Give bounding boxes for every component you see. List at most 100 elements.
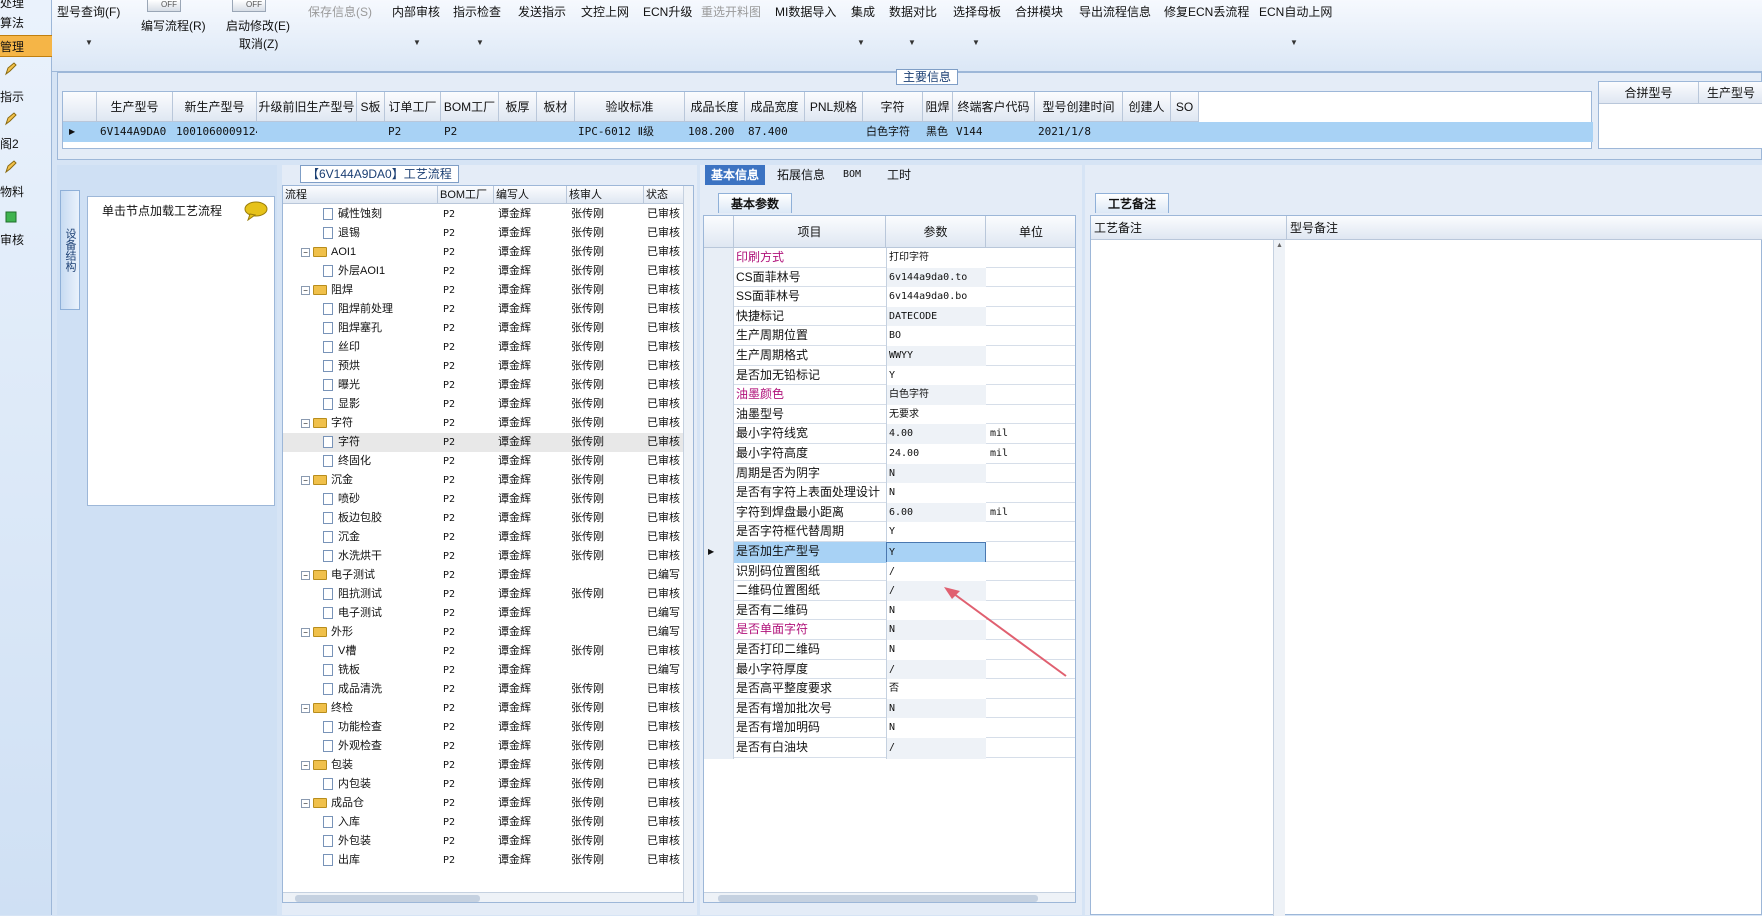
main-col-header[interactable]: 成品长度 [685,92,745,122]
main-col-header[interactable]: 字符 [863,92,923,122]
param-row[interactable]: CS面菲林号 6v144a9da0.to [704,267,1075,289]
merge-module-button[interactable]: 合拼模块 [1015,4,1063,20]
scroll-up-icon[interactable]: ▲ [1276,242,1283,249]
mi-import-button[interactable]: MI数据导入 [775,4,836,20]
tree-row[interactable]: 入库 P2 谭金辉 张传刚 已审核 [283,813,693,832]
param-row[interactable]: 是否有增加明码 N [704,718,1075,740]
chevron-down-icon[interactable]: ▼ [972,38,980,47]
main-col-header[interactable]: 成品宽度 [745,92,805,122]
subtab-process-notes[interactable]: 工艺备注 [1095,193,1170,213]
send-instruction-button[interactable]: 发送指示 [518,4,566,20]
scroll-thumb[interactable] [718,895,1038,902]
param-row[interactable]: 生产周期位置 BO [704,326,1075,348]
col-header-bom-factory[interactable]: BOM工厂 [438,186,494,204]
param-row[interactable]: 油墨颜色 白色字符 [704,385,1075,407]
tree-row[interactable]: − AOI1 P2 谭金辉 张传刚 已审核 [283,243,693,262]
collapse-icon[interactable]: − [301,418,310,428]
main-col-header[interactable]: SO [1171,92,1199,122]
nav-item-2[interactable]: 阁2 [0,133,52,155]
ecn-auto-online-button[interactable]: ECN自动上网 [1259,4,1332,20]
scroll-thumb[interactable] [295,895,480,902]
col-header-unit[interactable]: 单位 [986,216,1075,248]
collapse-icon[interactable]: − [301,798,310,808]
chevron-down-icon[interactable]: ▼ [85,38,93,47]
param-row[interactable]: 是否加无铅标记 Y [704,365,1075,387]
tab-basic-info[interactable]: 基本信息 [705,165,766,185]
param-value-field[interactable]: 打印字符 [886,248,986,269]
tree-row[interactable]: 终固化 P2 谭金辉 张传刚 已审核 [283,452,693,471]
collapse-icon[interactable]: − [301,760,310,770]
main-col-header[interactable]: 订单工厂 [385,92,441,122]
main-col-header[interactable]: 终端客户代码 [953,92,1035,122]
tree-row[interactable]: − 电子测试 P2 谭金辉 已编写 [283,566,693,585]
param-value-field[interactable]: 否 [886,679,986,701]
nav-item-algorithm[interactable]: 算法 [0,12,52,34]
param-row[interactable]: 字符到焊盘最小距离 6.00 mil [704,502,1075,524]
param-row[interactable]: 快捷标记 DATECODE [704,306,1075,328]
param-value-field[interactable]: Y [886,542,986,563]
col-header-flow[interactable]: 流程 [283,186,438,204]
param-row[interactable]: 是否有增加批次号 N [704,698,1075,720]
param-row[interactable]: ▶ 是否加生产型号 Y [704,542,1075,563]
param-row[interactable]: 生产周期格式 WWYY [704,346,1075,367]
tree-row[interactable]: 显影 P2 谭金辉 张传刚 已审核 [283,395,693,414]
collapse-icon[interactable]: − [301,703,310,713]
tree-row[interactable]: 曝光 P2 谭金辉 张传刚 已审核 [283,376,693,395]
param-row[interactable]: 最小字符高度 24.00 mil [704,444,1075,465]
main-col-header[interactable]: 创建人 [1123,92,1171,122]
main-col-header[interactable]: S板 [357,92,385,122]
collapse-icon[interactable]: − [301,570,310,580]
tree-row[interactable]: − 终检 P2 谭金辉 张传刚 已审核 [283,699,693,718]
main-col-header[interactable]: 新生产型号 [173,92,257,122]
tree-row[interactable]: − 阻焊 P2 谭金辉 张传刚 已审核 [283,281,693,300]
nav-item-review[interactable]: 审核 [0,229,52,251]
save-info-button[interactable]: 保存信息(S) [308,4,372,20]
tree-row[interactable]: 碱性蚀刻 P2 谭金辉 张传刚 已审核 [283,205,693,224]
nav-item-instruction[interactable]: 指示 [0,86,52,108]
main-col-header[interactable]: 生产型号 [97,92,173,122]
main-col-header[interactable]: 验收标准 [575,92,685,122]
collapse-icon[interactable]: − [301,475,310,485]
param-value-field[interactable]: Y [886,522,986,544]
tree-row[interactable]: 预烘 P2 谭金辉 张传刚 已审核 [283,357,693,376]
tree-row[interactable]: 板边包胶 P2 谭金辉 张传刚 已审核 [283,509,693,528]
write-flow-button[interactable]: 编写流程(R) [141,18,206,34]
tree-row[interactable]: 阻焊前处理 P2 谭金辉 张传刚 已审核 [283,300,693,319]
vertical-tab-equipment[interactable]: 设备结构 [60,190,80,310]
main-col-header[interactable]: 阻焊 [923,92,953,122]
integration-button[interactable]: 集成 [851,4,875,20]
param-value-field[interactable]: N [886,483,986,505]
tree-row[interactable]: 电子测试 P2 谭金辉 已编写 [283,604,693,623]
chevron-down-icon[interactable]: ▼ [413,38,421,47]
tab-bom[interactable]: BOM [837,165,867,185]
param-row[interactable]: 是否字符框代替周期 Y [704,522,1075,544]
tree-row[interactable]: 喷砂 P2 谭金辉 张传刚 已审核 [283,490,693,509]
main-col-header[interactable]: 板厚 [499,92,537,122]
param-value-field[interactable]: N [886,698,986,720]
main-col-header[interactable]: BOM工厂 [441,92,499,122]
tree-row[interactable]: 功能检查 P2 谭金辉 张传刚 已审核 [283,718,693,737]
param-row[interactable]: 是否高平整度要求 否 [704,679,1075,701]
internal-review-button[interactable]: 内部审核 [392,4,440,20]
param-value-field[interactable]: DATECODE [886,306,986,328]
toggle-switch[interactable]: OFF [147,0,181,12]
tree-row[interactable]: 外层AOI1 P2 谭金辉 张传刚 已审核 [283,262,693,281]
param-value-field[interactable]: 6v144a9da0.to [886,267,986,289]
instruction-check-button[interactable]: 指示检查 [453,4,501,20]
param-value-field[interactable]: BO [886,326,986,348]
param-value-field[interactable]: 6v144a9da0.bo [886,287,986,309]
collapse-icon[interactable]: − [301,627,310,637]
param-row[interactable]: 是否有白油块 / [704,738,1075,759]
param-value-field[interactable]: N [886,718,986,740]
col-header-param[interactable]: 参数 [886,216,986,248]
doc-online-button[interactable]: 文控上网 [581,4,629,20]
tab-extended-info[interactable]: 拓展信息 [771,165,831,185]
chevron-down-icon[interactable]: ▼ [1290,38,1298,47]
reselect-cutting-button[interactable]: 重选开料图 [701,4,761,20]
param-value-field[interactable]: Y [886,365,986,387]
param-value-field[interactable]: 无要求 [886,404,986,426]
export-flow-button[interactable]: 导出流程信息 [1079,4,1151,20]
param-row[interactable]: SS面菲林号 6v144a9da0.bo [704,287,1075,309]
toggle-switch[interactable]: OFF [232,0,266,12]
chevron-down-icon[interactable]: ▼ [476,38,484,47]
